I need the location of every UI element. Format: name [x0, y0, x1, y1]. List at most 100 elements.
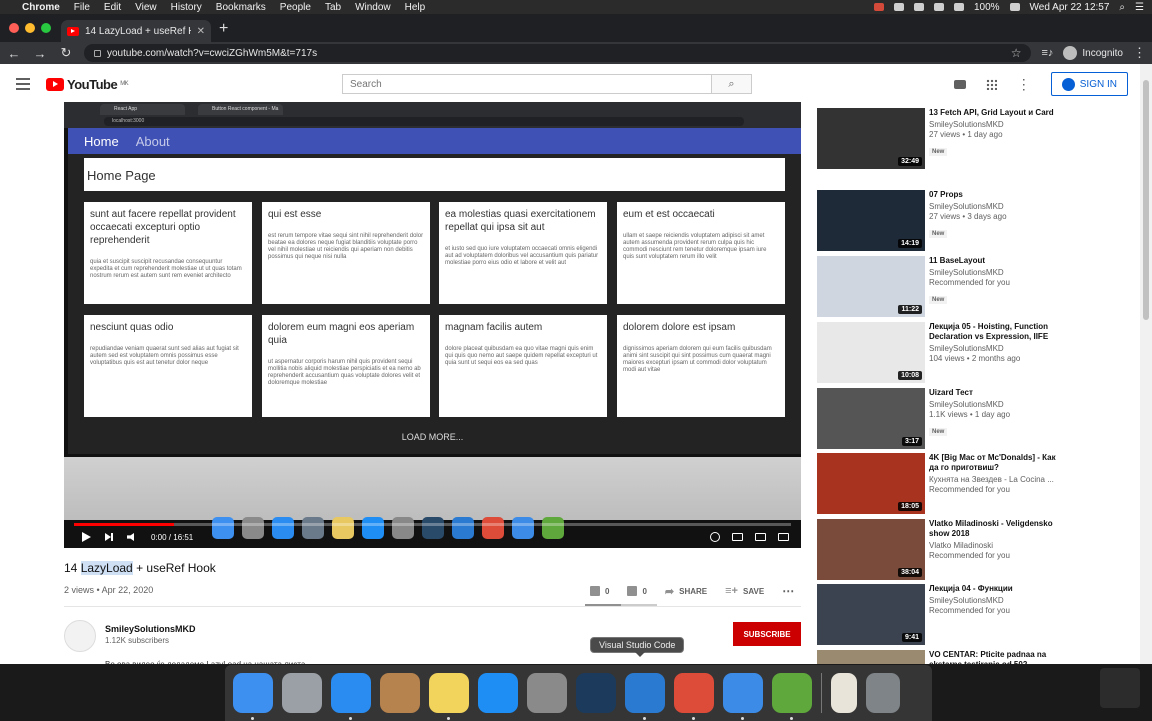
volume-icon[interactable]: [953, 3, 964, 11]
zoom-window-button[interactable]: [41, 23, 51, 33]
incognito-indicator[interactable]: Incognito: [1063, 46, 1123, 60]
reload-icon[interactable]: ↻: [58, 45, 74, 61]
menu-window[interactable]: Window: [355, 2, 391, 13]
recommended-video-title[interactable]: 4K [Big Mac от Mc'Donalds] - Как да го п…: [929, 453, 1064, 473]
chrome-icon[interactable]: [674, 673, 714, 720]
recommended-video-title[interactable]: 13 Fetch API, Grid Layout и Card: [929, 108, 1064, 118]
create-video-icon[interactable]: [953, 79, 966, 89]
minimize-window-button[interactable]: [25, 23, 35, 33]
search-input[interactable]: [343, 75, 711, 93]
finder-icon[interactable]: [233, 673, 273, 720]
recommended-video-title[interactable]: Uizard Тест: [929, 388, 1064, 398]
recommended-video[interactable]: 32:49 13 Fetch API, Grid Layout и Card S…: [817, 108, 1117, 170]
video-player[interactable]: React App Button React component - Ma lo…: [64, 102, 801, 548]
safari-icon[interactable]: [331, 673, 371, 720]
video-thumbnail[interactable]: 11:22: [817, 256, 925, 317]
close-tab-icon[interactable]: ✕: [197, 26, 205, 37]
youtube-logo[interactable]: YouTube MK: [46, 77, 129, 92]
video-thumbnail[interactable]: 14:19: [817, 190, 925, 251]
recommended-video-channel[interactable]: SmileySolutionsMKD: [929, 596, 1064, 606]
status-icon[interactable]: [913, 3, 924, 11]
next-icon[interactable]: [105, 533, 113, 541]
menu-history[interactable]: History: [171, 2, 202, 13]
video-thumbnail[interactable]: 9:41: [817, 584, 925, 645]
maps-icon[interactable]: [723, 673, 763, 720]
settings-gear-icon[interactable]: [710, 532, 720, 542]
trash-icon[interactable]: [866, 673, 900, 713]
search-button[interactable]: ⌕: [711, 75, 751, 93]
recommended-video-channel[interactable]: SmileySolutionsMKD: [929, 202, 1064, 212]
recommended-video-title[interactable]: VO CENTAR: Pticite padnaa na ekstarne te…: [929, 650, 1064, 664]
wifi-icon[interactable]: [933, 3, 944, 11]
menu-help[interactable]: Help: [405, 2, 426, 13]
notes-icon[interactable]: [429, 673, 469, 720]
subscribe-button[interactable]: SUBSCRIBE: [733, 622, 801, 646]
app-store-icon[interactable]: [478, 673, 518, 713]
system-preferences-icon[interactable]: [527, 673, 567, 713]
camtasia-icon[interactable]: [772, 673, 812, 720]
settings-more-icon[interactable]: ⋮: [1017, 77, 1031, 91]
menu-app-name[interactable]: Chrome: [22, 2, 60, 13]
recommended-video[interactable]: 9:41 Лекција 04 - Функции SmileySolution…: [817, 584, 1117, 646]
apps-grid-icon[interactable]: [985, 78, 997, 90]
channel-avatar[interactable]: [64, 620, 96, 652]
recommended-video[interactable]: 3:17 Uizard Тест SmileySolutionsMKD 1.1K…: [817, 388, 1117, 450]
video-thumbnail[interactable]: 3:17: [817, 388, 925, 449]
menu-view[interactable]: View: [135, 2, 157, 13]
address-bar[interactable]: youtube.com/watch?v=cwciZGhWm5M&t=717s ☆: [84, 44, 1032, 62]
recommended-video[interactable]: 11:22 11 BaseLayout SmileySolutionsMKD R…: [817, 256, 1117, 318]
browser-tab[interactable]: 14 LazyLoad + useRef Hook - ✕: [61, 20, 211, 42]
status-icon[interactable]: [893, 3, 904, 11]
video-thumbnail[interactable]: 32:49: [817, 108, 925, 169]
close-window-button[interactable]: [9, 23, 19, 33]
share-button[interactable]: ➦ SHARE: [665, 585, 707, 598]
miniplayer-icon[interactable]: [732, 533, 743, 541]
recommended-video-title[interactable]: Лекција 05 - Hoisting, Function Declarat…: [929, 322, 1064, 342]
recommended-video[interactable]: 18:05 4K [Big Mac от Mc'Donalds] - Как д…: [817, 453, 1117, 515]
recommended-video-channel[interactable]: Кухнята на Звездев - La Cocina ...: [929, 475, 1064, 485]
url-text[interactable]: youtube.com/watch?v=cwciZGhWm5M&t=717s: [107, 48, 317, 59]
sign-in-button[interactable]: SIGN IN: [1050, 72, 1128, 96]
save-button[interactable]: ≡+ SAVE: [725, 585, 764, 597]
channel-name[interactable]: SmileySolutionsMKD: [105, 624, 196, 634]
downloads-stack-icon[interactable]: [831, 673, 857, 713]
new-tab-button[interactable]: +: [211, 20, 236, 42]
bookmark-star-icon[interactable]: ☆: [1011, 46, 1022, 60]
recommended-video-channel[interactable]: SmileySolutionsMKD: [929, 400, 1064, 410]
control-center-icon[interactable]: ☰: [1135, 2, 1144, 13]
preview-icon[interactable]: [380, 673, 420, 713]
video-thumbnail[interactable]: 10:08: [817, 322, 925, 383]
recommended-video-title[interactable]: 11 BaseLayout: [929, 256, 1064, 266]
menu-file[interactable]: File: [74, 2, 90, 13]
recording-icon[interactable]: [873, 3, 884, 11]
recommended-video-title[interactable]: Лекција 04 - Функции: [929, 584, 1064, 594]
recommended-video[interactable]: VO CENTAR: Pticite padnaa na ekstarne te…: [817, 650, 1117, 664]
lock-icon[interactable]: [94, 49, 101, 57]
fullscreen-icon[interactable]: [778, 533, 789, 541]
recommended-video[interactable]: 10:08 Лекција 05 - Hoisting, Function De…: [817, 322, 1117, 384]
menu-bookmarks[interactable]: Bookmarks: [216, 2, 266, 13]
video-thumbnail[interactable]: [817, 650, 925, 664]
steam-icon[interactable]: [576, 673, 616, 713]
media-controls-icon[interactable]: ≡♪: [1041, 47, 1053, 59]
menu-people[interactable]: People: [280, 2, 311, 13]
video-thumbnail[interactable]: 18:05: [817, 453, 925, 514]
like-button[interactable]: 0: [590, 586, 609, 596]
recommended-video[interactable]: 38:04 Vlatko Miladinoski - Veligdensko s…: [817, 519, 1117, 581]
play-icon[interactable]: [82, 532, 91, 542]
scrollbar-thumb[interactable]: [1143, 80, 1149, 320]
menu-tab[interactable]: Tab: [325, 2, 341, 13]
theater-mode-icon[interactable]: [755, 533, 766, 541]
forward-icon[interactable]: →: [32, 46, 48, 61]
launchpad-icon[interactable]: [282, 673, 322, 713]
volume-icon[interactable]: [127, 533, 134, 541]
video-thumbnail[interactable]: 38:04: [817, 519, 925, 580]
dislike-button[interactable]: 0: [627, 586, 647, 596]
back-icon[interactable]: ←: [6, 46, 22, 61]
recommended-video-channel[interactable]: SmileySolutionsMKD: [929, 344, 1064, 354]
recommended-video-channel[interactable]: SmileySolutionsMKD: [929, 268, 1064, 278]
vscode-icon[interactable]: [625, 673, 665, 720]
recommended-video-title[interactable]: Vlatko Miladinoski - Veligdensko show 20…: [929, 519, 1064, 539]
chrome-menu-icon[interactable]: ⋮: [1133, 45, 1146, 61]
recommended-video-title[interactable]: 07 Props: [929, 190, 1064, 200]
